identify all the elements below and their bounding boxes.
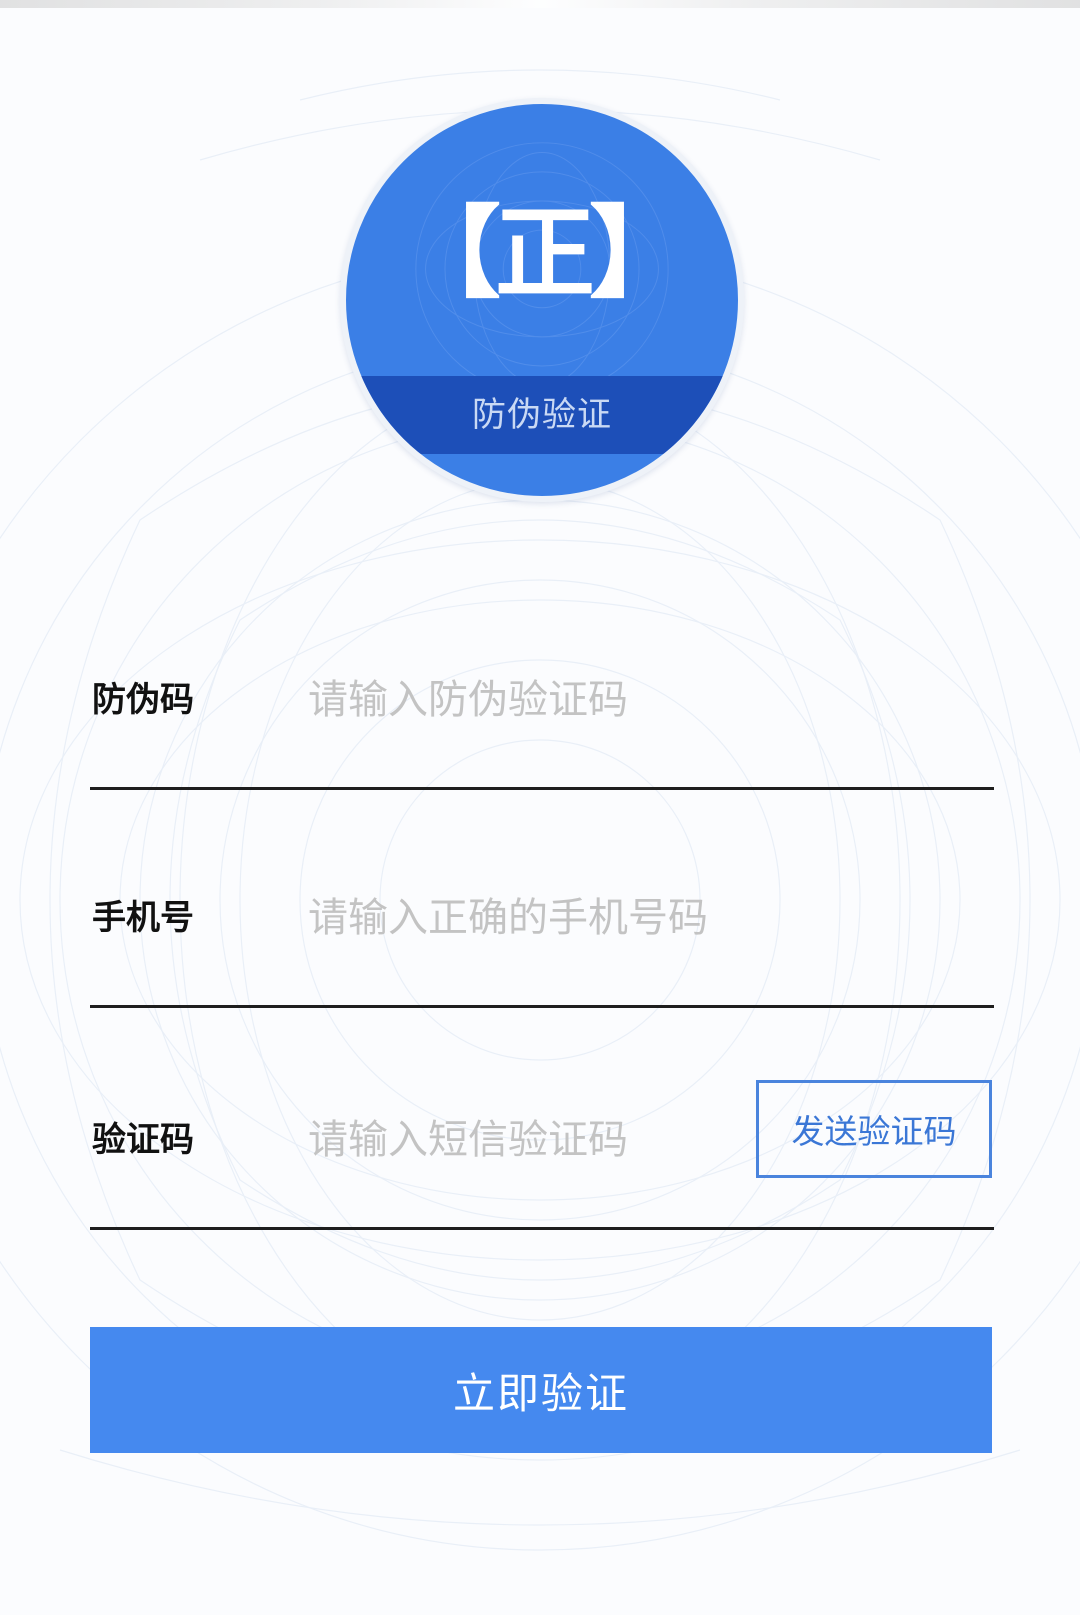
sms-row: 验证码 发送验证码 xyxy=(90,1070,994,1230)
sms-code-input[interactable] xyxy=(308,1110,728,1170)
code-label: 防伪码 xyxy=(92,680,194,720)
phone-input[interactable] xyxy=(308,888,768,948)
seal-character: 【正】 xyxy=(401,195,689,312)
phone-label: 手机号 xyxy=(92,898,194,938)
status-bar-edge xyxy=(0,0,1080,8)
send-code-button[interactable]: 发送验证码 xyxy=(756,1080,992,1178)
seal-band-label: 防伪验证 xyxy=(346,376,738,454)
verify-button[interactable]: 立即验证 xyxy=(90,1327,992,1453)
anti-counterfeit-seal-icon: 【正】 防伪验证 xyxy=(340,98,744,502)
phone-row: 手机号 xyxy=(90,848,994,1008)
sms-label: 验证码 xyxy=(92,1120,194,1160)
code-row: 防伪码 xyxy=(90,630,994,790)
verification-page: 【正】 防伪验证 防伪码 手机号 验证码 发送验证码 立即验证 xyxy=(0,0,1080,1615)
code-input[interactable] xyxy=(308,670,768,730)
